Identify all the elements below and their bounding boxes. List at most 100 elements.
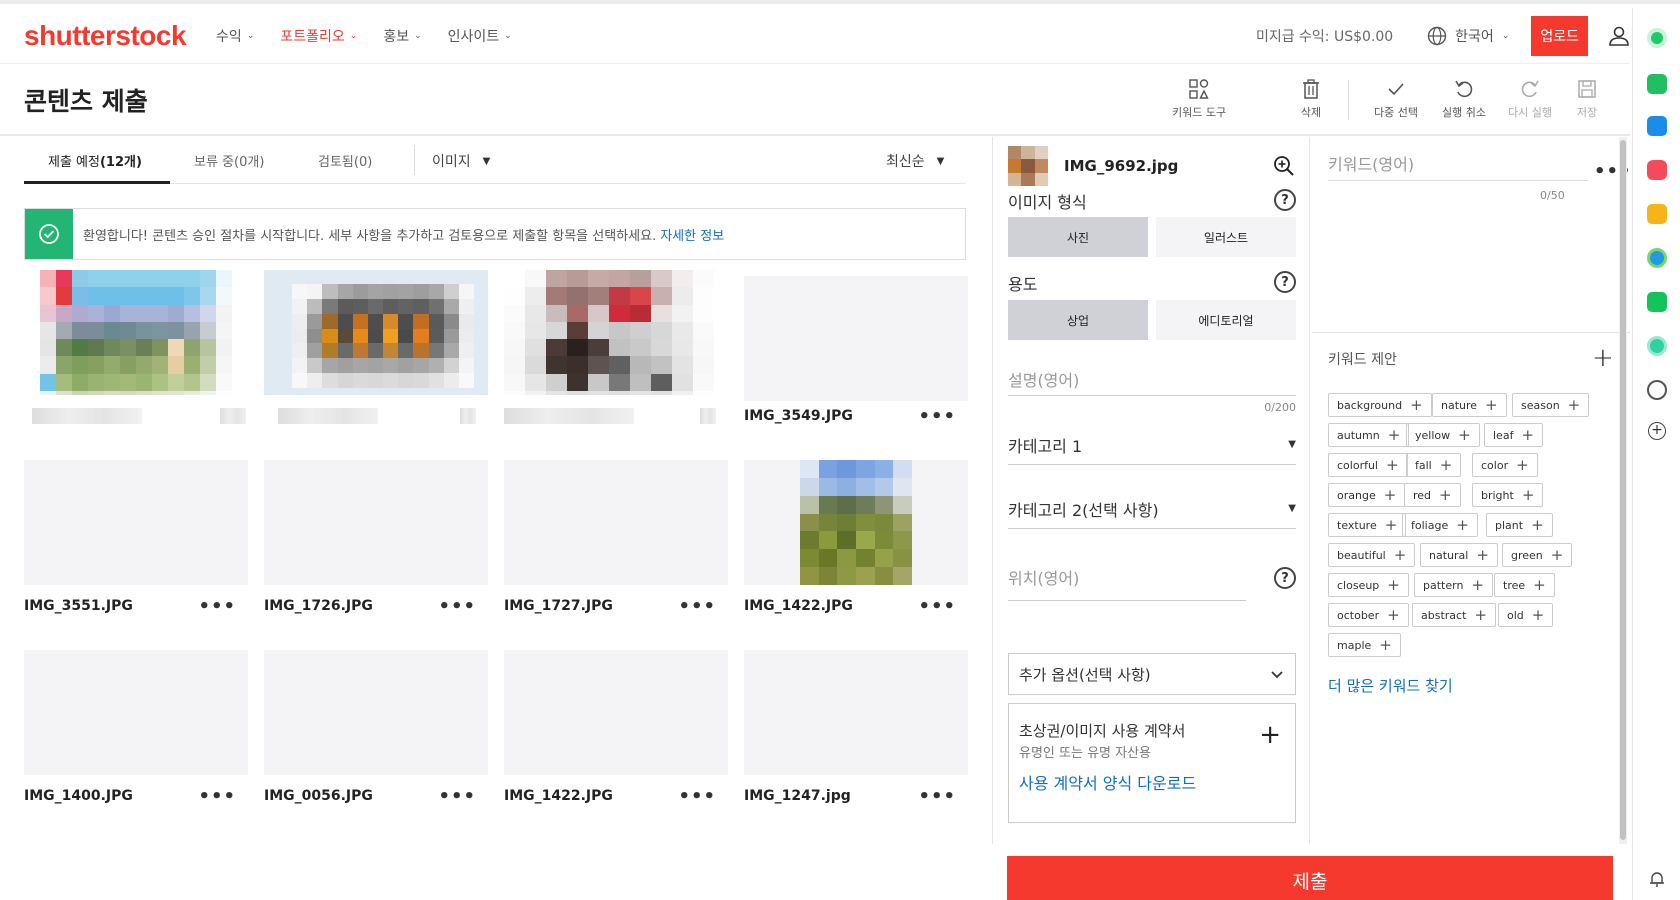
keyword-chip[interactable]: nature + (1432, 393, 1507, 417)
keyword-chip[interactable]: fall + (1406, 453, 1462, 477)
sort-dropdown[interactable]: 최신순 ▼ (886, 151, 944, 171)
keywords-input[interactable]: 키워드(영어) (1328, 151, 1588, 181)
help-icon[interactable]: ? (1274, 271, 1296, 293)
calendar-icon[interactable] (1647, 116, 1667, 136)
more-options-icon[interactable]: ••• (678, 596, 716, 617)
help-icon[interactable]: ? (1274, 189, 1296, 211)
multi-select-button[interactable]: 다중 선택 (1374, 78, 1418, 120)
file-thumbnail[interactable] (24, 460, 248, 585)
file-thumbnail[interactable] (504, 650, 728, 775)
file-card[interactable] (504, 270, 728, 445)
keyword-chip[interactable]: tree + (1494, 573, 1555, 597)
more-options-icon[interactable]: ••• (198, 596, 236, 617)
file-thumbnail[interactable] (264, 460, 488, 585)
nav-item-portfolio[interactable]: 포트폴리오 ⌄ (280, 26, 357, 46)
edge-extension-icon[interactable] (1647, 248, 1667, 268)
extra-options-accordion[interactable]: 추가 옵션(선택 사항) (1008, 653, 1296, 695)
keyword-chip[interactable]: closeup + (1328, 573, 1409, 597)
keyword-chip[interactable]: autumn + (1328, 423, 1410, 447)
zoom-in-icon[interactable] (1272, 154, 1296, 178)
keyword-chip[interactable]: green + (1502, 543, 1573, 567)
more-options-icon[interactable]: ••• (678, 786, 716, 807)
editorial-option[interactable]: 에디토리얼 (1156, 300, 1296, 340)
location-input[interactable]: 위치(영어) (1008, 565, 1246, 601)
more-options-icon[interactable]: ••• (438, 786, 476, 807)
file-card[interactable]: IMG_3551.JPG ••• (24, 460, 248, 635)
keyword-chip[interactable]: bright + (1472, 483, 1544, 507)
nav-item-insights[interactable]: 인사이트 ⌄ (448, 26, 512, 46)
file-thumbnail[interactable] (744, 460, 968, 585)
file-card[interactable]: IMG_3549.JPG ••• (744, 270, 968, 445)
keyword-chip[interactable]: season + (1512, 393, 1590, 417)
learn-more-link[interactable]: 자세한 정보 (660, 229, 724, 244)
more-options-icon[interactable]: ••• (918, 786, 956, 807)
keyword-chip[interactable]: colorful + (1328, 453, 1408, 477)
category1-select[interactable]: 카테고리 1 ▼ (1008, 425, 1296, 465)
file-thumbnail[interactable] (504, 460, 728, 585)
file-thumbnail[interactable] (744, 650, 968, 775)
chat-icon[interactable] (1647, 292, 1667, 312)
file-card[interactable] (24, 270, 248, 445)
file-thumbnail[interactable] (24, 270, 248, 395)
category2-select[interactable]: 카테고리 2(선택 사항) ▼ (1008, 489, 1296, 529)
keyword-chip[interactable]: orange + (1328, 483, 1406, 507)
pocket-icon[interactable] (1647, 160, 1667, 180)
more-options-icon[interactable]: ••• (918, 406, 956, 427)
help-icon[interactable]: ? (1274, 567, 1296, 589)
keyword-chip[interactable]: color + (1472, 453, 1538, 477)
submit-button[interactable]: 제출 (1007, 856, 1613, 900)
photo-option[interactable]: 사진 (1008, 217, 1148, 257)
keyword-chip[interactable]: yellow + (1406, 423, 1480, 447)
file-thumbnail[interactable] (504, 270, 728, 395)
bell-icon[interactable] (1649, 870, 1665, 888)
more-options-icon[interactable]: ••• (918, 596, 956, 617)
file-card[interactable]: IMG_1422.JPG ••• (744, 460, 968, 635)
file-card[interactable]: IMG_1422.JPG ••• (504, 650, 728, 825)
keyword-chip[interactable]: old + (1498, 603, 1554, 627)
keyword-chip[interactable]: foliage + (1402, 513, 1478, 537)
notification-icon[interactable] (1647, 74, 1667, 94)
commercial-option[interactable]: 상업 (1008, 300, 1148, 340)
extension-icon[interactable] (1647, 28, 1667, 48)
keyword-chip[interactable]: abstract + (1412, 603, 1496, 627)
find-more-keywords-link[interactable]: 더 많은 키워드 찾기 (1328, 675, 1453, 696)
description-input[interactable]: 설명(영어) (1008, 361, 1296, 396)
add-release-icon[interactable]: + (1259, 722, 1281, 748)
more-options-icon[interactable]: ••• (198, 786, 236, 807)
file-thumbnail[interactable] (264, 270, 488, 395)
illustration-option[interactable]: 일러스트 (1156, 217, 1296, 257)
keyword-chip[interactable]: red + (1404, 483, 1461, 507)
file-card[interactable]: IMG_1727.JPG ••• (504, 460, 728, 635)
add-extension-icon[interactable]: + (1648, 422, 1666, 440)
media-play-icon[interactable] (1647, 336, 1667, 356)
media-type-dropdown[interactable]: 이미지 ▼ (432, 151, 490, 171)
shutterstock-logo[interactable]: shutterstock (24, 20, 187, 52)
keyword-chip[interactable]: leaf + (1484, 423, 1544, 447)
file-card[interactable]: IMG_1247.jpg ••• (744, 650, 968, 825)
file-thumbnail[interactable] (744, 276, 968, 401)
keyword-chip[interactable]: beautiful + (1328, 543, 1416, 567)
file-card[interactable]: IMG_0056.JPG ••• (264, 650, 488, 825)
user-account-icon[interactable] (1608, 25, 1630, 47)
nav-item-earnings[interactable]: 수익 ⌄ (216, 26, 254, 46)
language-selector[interactable]: 한국어 ⌄ (1427, 26, 1509, 46)
keyword-chip[interactable]: texture + (1328, 513, 1407, 537)
file-card[interactable]: IMG_1400.JPG ••• (24, 650, 248, 825)
keyword-chip[interactable]: plant + (1486, 513, 1553, 537)
nav-item-promotion[interactable]: 홍보 ⌄ (383, 26, 421, 46)
save-button[interactable]: 저장 (1576, 78, 1598, 120)
file-thumbnail[interactable] (24, 650, 248, 775)
avatar-extension-icon[interactable] (1647, 380, 1667, 400)
keyword-tool-button[interactable]: 키워드 도구 (1172, 78, 1226, 120)
keyword-chip[interactable]: maple + (1328, 633, 1401, 657)
delete-button[interactable]: 삭제 (1300, 78, 1322, 120)
add-all-suggestions-icon[interactable]: + (1592, 343, 1614, 373)
file-card[interactable]: IMG_1726.JPG ••• (264, 460, 488, 635)
undo-button[interactable]: 실행 취소 (1442, 78, 1486, 120)
redo-button[interactable]: 다시 실행 (1508, 78, 1552, 120)
download-release-link[interactable]: 사용 계약서 양식 다운로드 (1019, 770, 1196, 794)
upload-button[interactable]: 업로드 (1531, 15, 1588, 56)
file-card-selected[interactable] (264, 270, 488, 445)
keyword-chip[interactable]: natural + (1420, 543, 1498, 567)
more-options-icon[interactable]: ••• (438, 596, 476, 617)
